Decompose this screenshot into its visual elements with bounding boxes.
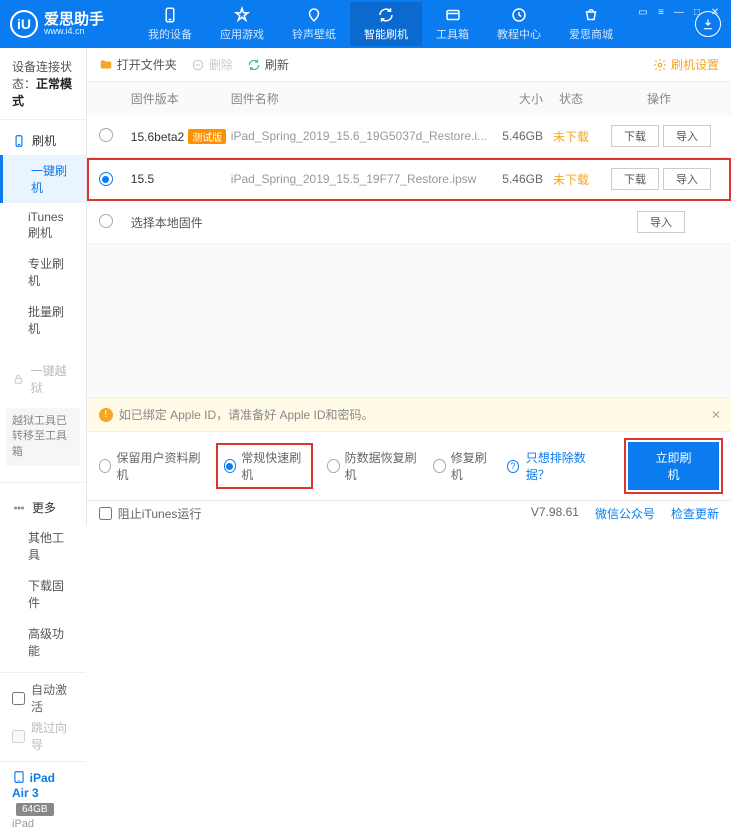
device-info[interactable]: iPad Air 3 64GB iPad <box>0 761 86 838</box>
exclude-data-link[interactable]: ?只想排除数据？ <box>507 449 600 483</box>
nav-icon <box>582 6 600 24</box>
local-firmware-row[interactable]: 选择本地固件 导入 <box>87 201 731 244</box>
nav-icon <box>444 6 462 24</box>
sidebar-section-jailbreak: 一键越狱 <box>0 356 86 402</box>
nav-0[interactable]: 我的设备 <box>134 2 206 46</box>
jailbreak-info: 越狱工具已转移至工具箱 <box>6 408 80 466</box>
firmware-row[interactable]: 15.5iPad_Spring_2019_15.5_19F77_Restore.… <box>87 158 731 201</box>
radio-icon[interactable] <box>99 128 113 142</box>
download-button[interactable]: 下载 <box>611 125 659 147</box>
delete-button[interactable]: 删除 <box>191 56 233 73</box>
sidebar-more-item[interactable]: 下载固件 <box>0 570 86 618</box>
lock-icon <box>12 372 25 386</box>
nav-4[interactable]: 工具箱 <box>422 2 483 46</box>
import-button[interactable]: 导入 <box>663 125 711 147</box>
warning-icon: ! <box>99 408 113 422</box>
app-url: www.i4.cn <box>44 27 104 36</box>
auto-activate-checkbox[interactable]: 自动激活 <box>12 681 74 715</box>
more-icon <box>12 501 26 515</box>
sidebar-flash-item[interactable]: 一键刷机 <box>0 155 86 203</box>
flash-settings-button[interactable]: 刷机设置 <box>653 56 719 73</box>
table-header: 固件版本 固件名称 大小 状态 操作 <box>87 82 731 115</box>
download-button[interactable]: 下载 <box>611 168 659 190</box>
help-icon: ? <box>507 460 519 473</box>
sidebar-section-flash[interactable]: 刷机 <box>0 126 86 155</box>
sidebar-more-item[interactable]: 高级功能 <box>0 618 86 666</box>
nav-2[interactable]: 铃声壁纸 <box>278 2 350 46</box>
phone-icon <box>12 134 26 148</box>
block-itunes-checkbox[interactable]: 阻止iTunes运行 <box>99 505 202 522</box>
app-name: 爱思助手 <box>44 12 104 27</box>
sidebar-flash-item[interactable]: 批量刷机 <box>0 296 86 344</box>
nav-6[interactable]: 爱思商城 <box>555 2 627 46</box>
version-label: V7.98.61 <box>531 505 579 522</box>
window-close-icon[interactable]: ✕ <box>707 4 723 20</box>
nav-icon <box>377 6 395 24</box>
device-status: 设备连接状态：正常模式 <box>0 48 86 120</box>
option-normal-flash[interactable]: 常规快速刷机 <box>216 443 313 489</box>
logo-icon: iU <box>10 10 38 38</box>
warning-bar: ! 如已绑定 Apple ID，请准备好 Apple ID和密码。 ✕ <box>87 397 731 432</box>
gear-icon <box>653 58 667 72</box>
flash-now-button[interactable]: 立即刷机 <box>628 442 719 490</box>
refresh-button[interactable]: 刷新 <box>247 56 289 73</box>
folder-icon <box>99 58 113 72</box>
nav-1[interactable]: 应用游戏 <box>206 2 278 46</box>
firmware-row[interactable]: 15.6beta2测试版iPad_Spring_2019_15.6_19G503… <box>87 115 731 158</box>
sidebar-section-more[interactable]: 更多 <box>0 493 86 522</box>
delete-icon <box>191 58 205 72</box>
sidebar-flash-item[interactable]: iTunes刷机 <box>0 203 86 248</box>
wechat-link[interactable]: 微信公众号 <box>595 505 655 522</box>
option-repair-flash[interactable]: 修复刷机 <box>433 449 493 483</box>
sidebar-flash-item[interactable]: 专业刷机 <box>0 248 86 296</box>
nav-icon <box>305 6 323 24</box>
window-maximize-icon[interactable]: □ <box>689 4 705 20</box>
option-keep-data[interactable]: 保留用户资料刷机 <box>99 449 202 483</box>
refresh-icon <box>247 58 261 72</box>
open-folder-button[interactable]: 打开文件夹 <box>99 56 177 73</box>
sidebar-more-item[interactable]: 其他工具 <box>0 522 86 570</box>
nav-3[interactable]: 智能刷机 <box>350 2 422 46</box>
import-button[interactable]: 导入 <box>663 168 711 190</box>
window-minimize-icon[interactable]: — <box>671 4 687 20</box>
close-icon[interactable]: ✕ <box>711 408 721 422</box>
radio-icon[interactable] <box>99 214 113 228</box>
nav-5[interactable]: 教程中心 <box>483 2 555 46</box>
option-anti-recovery[interactable]: 防数据恢复刷机 <box>327 449 419 483</box>
nav-icon <box>161 6 179 24</box>
radio-icon[interactable] <box>99 172 113 186</box>
check-update-link[interactable]: 检查更新 <box>671 505 719 522</box>
app-logo: iU 爱思助手 www.i4.cn <box>10 10 104 38</box>
nav-icon <box>510 6 528 24</box>
window-menu-icon[interactable]: ▭ <box>635 4 651 20</box>
nav-icon <box>233 6 251 24</box>
import-button[interactable]: 导入 <box>637 211 685 233</box>
tablet-icon <box>12 770 26 784</box>
skip-guide-checkbox[interactable]: 跳过向导 <box>12 719 74 753</box>
window-settings-icon[interactable]: ≡ <box>653 4 669 20</box>
